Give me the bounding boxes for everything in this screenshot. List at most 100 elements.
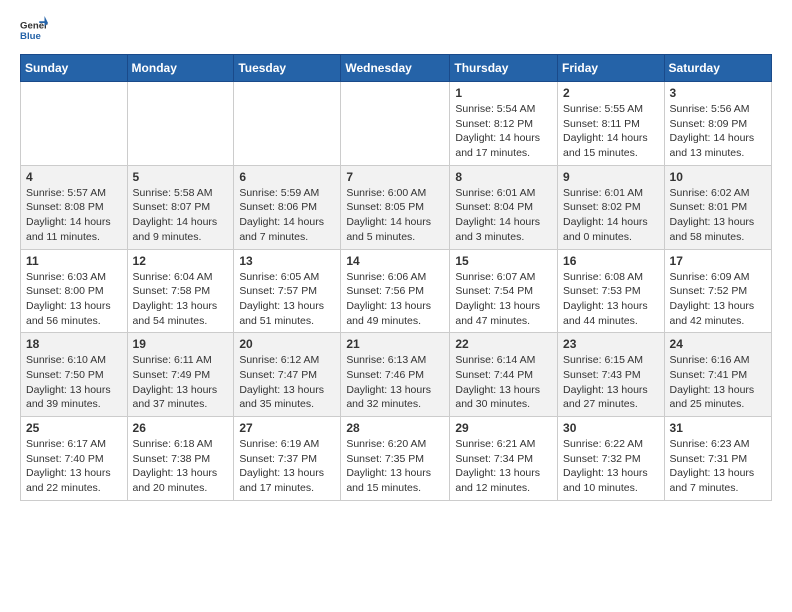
calendar-cell: 8 Sunrise: 6:01 AMSunset: 8:04 PMDaylight…: [450, 165, 558, 249]
day-number: 8: [455, 170, 552, 184]
day-number: 17: [670, 254, 766, 268]
calendar-header: SundayMondayTuesdayWednesdayThursdayFrid…: [21, 55, 772, 82]
calendar-cell: 20 Sunrise: 6:12 AMSunset: 7:47 PMDayligh…: [234, 333, 341, 417]
calendar-cell: 12 Sunrise: 6:04 AMSunset: 7:58 PMDayligh…: [127, 249, 234, 333]
day-info: Sunrise: 6:05 AMSunset: 7:57 PMDaylight:…: [239, 270, 335, 329]
calendar-cell: 2 Sunrise: 5:55 AMSunset: 8:11 PMDaylight…: [558, 82, 665, 166]
calendar-cell: 7 Sunrise: 6:00 AMSunset: 8:05 PMDaylight…: [341, 165, 450, 249]
day-number: 23: [563, 337, 659, 351]
header: General Blue: [20, 16, 772, 44]
weekday-header-tuesday: Tuesday: [234, 55, 341, 82]
day-number: 18: [26, 337, 122, 351]
day-number: 3: [670, 86, 766, 100]
calendar-cell: 1Sunrise: 5:54 AMSunset: 8:12 PMDaylight…: [450, 82, 558, 166]
day-number: 15: [455, 254, 552, 268]
day-number: 22: [455, 337, 552, 351]
weekday-header-thursday: Thursday: [450, 55, 558, 82]
weekday-header-saturday: Saturday: [664, 55, 771, 82]
calendar-cell: 18Sunrise: 6:10 AMSunset: 7:50 PMDayligh…: [21, 333, 128, 417]
day-number: 26: [133, 421, 229, 435]
day-number: 25: [26, 421, 122, 435]
calendar-week-2: 4 Sunrise: 5:57 AMSunset: 8:08 PMDaylight…: [21, 165, 772, 249]
calendar-cell: 13 Sunrise: 6:05 AMSunset: 7:57 PMDayligh…: [234, 249, 341, 333]
day-number: 6: [239, 170, 335, 184]
calendar-cell: 23Sunrise: 6:15 AMSunset: 7:43 PMDayligh…: [558, 333, 665, 417]
weekday-header-monday: Monday: [127, 55, 234, 82]
day-info: Sunrise: 6:18 AMSunset: 7:38 PMDaylight:…: [133, 437, 229, 496]
calendar-cell: 27 Sunrise: 6:19 AMSunset: 7:37 PMDayligh…: [234, 417, 341, 501]
day-number: 4: [26, 170, 122, 184]
day-number: 20: [239, 337, 335, 351]
day-number: 10: [670, 170, 766, 184]
day-number: 9: [563, 170, 659, 184]
day-info: Sunrise: 6:14 AMSunset: 7:44 PMDaylight:…: [455, 353, 552, 412]
calendar-cell: 9Sunrise: 6:01 AMSunset: 8:02 PMDaylight…: [558, 165, 665, 249]
day-number: 2: [563, 86, 659, 100]
calendar-cell: 19 Sunrise: 6:11 AMSunset: 7:49 PMDayligh…: [127, 333, 234, 417]
day-info: Sunrise: 6:01 AMSunset: 8:04 PMDaylight:…: [455, 186, 552, 245]
calendar-cell: [127, 82, 234, 166]
day-number: 27: [239, 421, 335, 435]
calendar-cell: 11 Sunrise: 6:03 AMSunset: 8:00 PMDayligh…: [21, 249, 128, 333]
calendar-cell: 24Sunrise: 6:16 AMSunset: 7:41 PMDayligh…: [664, 333, 771, 417]
day-info: Sunrise: 6:03 AMSunset: 8:00 PMDaylight:…: [26, 270, 122, 329]
day-info: Sunrise: 6:21 AMSunset: 7:34 PMDaylight:…: [455, 437, 552, 496]
calendar-cell: 16 Sunrise: 6:08 AMSunset: 7:53 PMDayligh…: [558, 249, 665, 333]
weekday-header-wednesday: Wednesday: [341, 55, 450, 82]
day-number: 5: [133, 170, 229, 184]
calendar-cell: 29 Sunrise: 6:21 AMSunset: 7:34 PMDayligh…: [450, 417, 558, 501]
day-info: Sunrise: 6:23 AMSunset: 7:31 PMDaylight:…: [670, 437, 766, 496]
calendar-cell: 26 Sunrise: 6:18 AMSunset: 7:38 PMDayligh…: [127, 417, 234, 501]
day-info: Sunrise: 6:20 AMSunset: 7:35 PMDaylight:…: [346, 437, 444, 496]
calendar-cell: [341, 82, 450, 166]
weekday-row: SundayMondayTuesdayWednesdayThursdayFrid…: [21, 55, 772, 82]
calendar-cell: [21, 82, 128, 166]
calendar-week-1: 1Sunrise: 5:54 AMSunset: 8:12 PMDaylight…: [21, 82, 772, 166]
day-info: Sunrise: 5:59 AMSunset: 8:06 PMDaylight:…: [239, 186, 335, 245]
day-number: 1: [455, 86, 552, 100]
day-number: 12: [133, 254, 229, 268]
day-info: Sunrise: 5:58 AMSunset: 8:07 PMDaylight:…: [133, 186, 229, 245]
day-number: 21: [346, 337, 444, 351]
calendar-body: 1Sunrise: 5:54 AMSunset: 8:12 PMDaylight…: [21, 82, 772, 501]
day-info: Sunrise: 5:56 AMSunset: 8:09 PMDaylight:…: [670, 102, 766, 161]
day-info: Sunrise: 6:17 AMSunset: 7:40 PMDaylight:…: [26, 437, 122, 496]
day-info: Sunrise: 6:06 AMSunset: 7:56 PMDaylight:…: [346, 270, 444, 329]
day-number: 7: [346, 170, 444, 184]
calendar-cell: 21 Sunrise: 6:13 AMSunset: 7:46 PMDayligh…: [341, 333, 450, 417]
day-number: 16: [563, 254, 659, 268]
calendar-week-4: 18Sunrise: 6:10 AMSunset: 7:50 PMDayligh…: [21, 333, 772, 417]
calendar-cell: 17 Sunrise: 6:09 AMSunset: 7:52 PMDayligh…: [664, 249, 771, 333]
day-info: Sunrise: 5:57 AMSunset: 8:08 PMDaylight:…: [26, 186, 122, 245]
day-info: Sunrise: 6:00 AMSunset: 8:05 PMDaylight:…: [346, 186, 444, 245]
day-info: Sunrise: 6:08 AMSunset: 7:53 PMDaylight:…: [563, 270, 659, 329]
day-info: Sunrise: 6:13 AMSunset: 7:46 PMDaylight:…: [346, 353, 444, 412]
day-number: 19: [133, 337, 229, 351]
day-info: Sunrise: 5:55 AMSunset: 8:11 PMDaylight:…: [563, 102, 659, 161]
day-info: Sunrise: 6:12 AMSunset: 7:47 PMDaylight:…: [239, 353, 335, 412]
calendar-cell: 10Sunrise: 6:02 AMSunset: 8:01 PMDayligh…: [664, 165, 771, 249]
day-number: 28: [346, 421, 444, 435]
day-number: 29: [455, 421, 552, 435]
day-number: 13: [239, 254, 335, 268]
calendar-cell: 4 Sunrise: 5:57 AMSunset: 8:08 PMDaylight…: [21, 165, 128, 249]
day-info: Sunrise: 6:22 AMSunset: 7:32 PMDaylight:…: [563, 437, 659, 496]
day-number: 24: [670, 337, 766, 351]
calendar-week-3: 11 Sunrise: 6:03 AMSunset: 8:00 PMDayligh…: [21, 249, 772, 333]
svg-text:Blue: Blue: [20, 31, 41, 42]
logo: General Blue: [20, 16, 48, 44]
day-info: Sunrise: 6:09 AMSunset: 7:52 PMDaylight:…: [670, 270, 766, 329]
calendar-cell: 25 Sunrise: 6:17 AMSunset: 7:40 PMDayligh…: [21, 417, 128, 501]
day-number: 11: [26, 254, 122, 268]
calendar-cell: 14Sunrise: 6:06 AMSunset: 7:56 PMDayligh…: [341, 249, 450, 333]
day-info: Sunrise: 6:11 AMSunset: 7:49 PMDaylight:…: [133, 353, 229, 412]
calendar-cell: 22 Sunrise: 6:14 AMSunset: 7:44 PMDayligh…: [450, 333, 558, 417]
calendar-cell: 5 Sunrise: 5:58 AMSunset: 8:07 PMDaylight…: [127, 165, 234, 249]
day-info: Sunrise: 6:07 AMSunset: 7:54 PMDaylight:…: [455, 270, 552, 329]
weekday-header-friday: Friday: [558, 55, 665, 82]
calendar-cell: 30 Sunrise: 6:22 AMSunset: 7:32 PMDayligh…: [558, 417, 665, 501]
day-info: Sunrise: 6:04 AMSunset: 7:58 PMDaylight:…: [133, 270, 229, 329]
calendar-week-5: 25 Sunrise: 6:17 AMSunset: 7:40 PMDayligh…: [21, 417, 772, 501]
day-number: 30: [563, 421, 659, 435]
day-info: Sunrise: 6:19 AMSunset: 7:37 PMDaylight:…: [239, 437, 335, 496]
